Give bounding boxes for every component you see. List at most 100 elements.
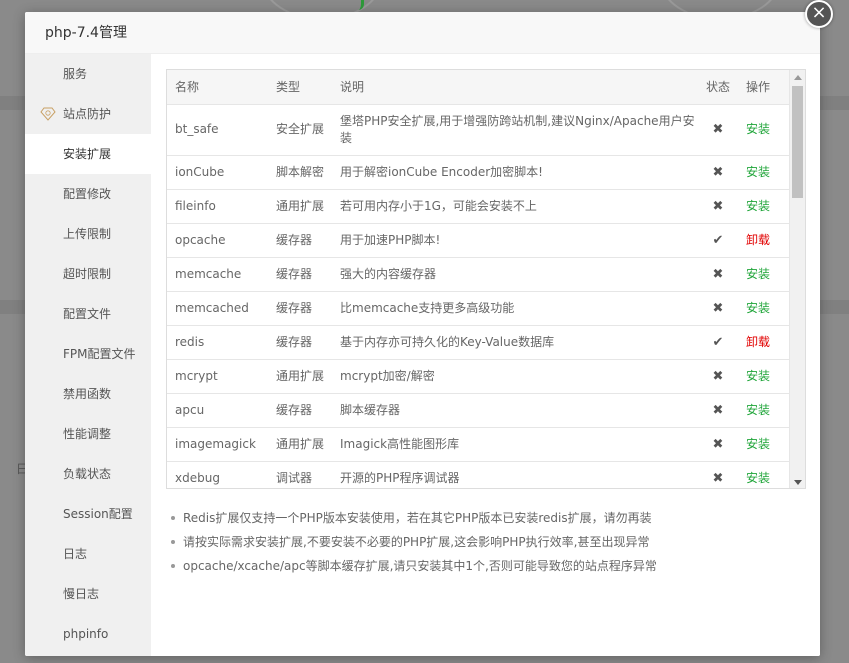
cell-status: ✖: [698, 189, 738, 224]
sidebar-item[interactable]: FPM配置文件: [25, 334, 151, 374]
note-item: Redis扩展仅支持一个PHP版本安装使用，若在其它PHP版本已安装redis扩…: [169, 506, 657, 530]
table-row: ionCube 脚本解密 用于解密ionCube Encoder加密脚本! ✖ 安装: [167, 155, 791, 190]
cell-action: 安装: [738, 461, 791, 488]
install-link[interactable]: 安装: [746, 122, 770, 136]
cell-type: 缓存器: [268, 257, 332, 292]
column-header-status: 状态: [698, 70, 738, 105]
close-icon: ×: [811, 2, 827, 23]
install-link[interactable]: 安装: [746, 301, 770, 315]
install-link[interactable]: 安装: [746, 267, 770, 281]
cell-action: 安装: [738, 359, 791, 394]
sidebar-item[interactable]: 上传限制: [25, 214, 151, 254]
sidebar-item[interactable]: Session配置: [25, 494, 151, 534]
cell-name: mcrypt: [167, 359, 268, 394]
cell-name: memcached: [167, 291, 268, 326]
cell-status: ✔: [698, 325, 738, 360]
sidebar-item-label: 超时限制: [63, 267, 112, 281]
table-row: xdebug 调试器 开源的PHP程序调试器 ✖ 安装: [167, 461, 791, 488]
table-row: imagemagick 通用扩展 Imagick高性能图形库 ✖ 安装: [167, 427, 791, 462]
sidebar-item-label: 站点防护: [63, 107, 112, 121]
cell-description: 若可用内存小于1G，可能会安装不上: [332, 189, 698, 224]
cell-action: 卸载: [738, 223, 791, 258]
cell-type: 缓存器: [268, 223, 332, 258]
sidebar-item-label: 慢日志: [63, 587, 100, 601]
install-link[interactable]: 安装: [746, 437, 770, 451]
scroll-thumb[interactable]: [792, 86, 803, 198]
cell-name: bt_safe: [167, 104, 268, 156]
cell-status: ✖: [698, 155, 738, 190]
cell-description: 用于解密ionCube Encoder加密脚本!: [332, 155, 698, 190]
uninstall-link[interactable]: 卸载: [746, 233, 770, 247]
sidebar-item[interactable]: 慢日志: [25, 574, 151, 614]
note-item: opcache/xcache/apc等脚本缓存扩展,请只安装其中1个,否则可能导…: [169, 554, 657, 578]
cell-description: 强大的内容缓存器: [332, 257, 698, 292]
table-scrollbar[interactable]: [789, 70, 805, 488]
cell-name: opcache: [167, 223, 268, 258]
cell-status: ✖: [698, 427, 738, 462]
cell-type: 脚本解密: [268, 155, 332, 190]
install-link[interactable]: 安装: [746, 471, 770, 485]
sidebar-item-label: 配置文件: [63, 307, 112, 321]
sidebar-item-label: FPM配置文件: [63, 347, 136, 361]
sidebar-item[interactable]: 配置修改: [25, 174, 151, 214]
sidebar-item[interactable]: phpinfo: [25, 614, 151, 654]
cell-type: 调试器: [268, 461, 332, 488]
scroll-down-arrow-icon[interactable]: [794, 480, 802, 485]
column-header-description: 说明: [332, 70, 698, 105]
cell-status: ✖: [698, 359, 738, 394]
cell-name: xdebug: [167, 461, 268, 488]
sidebar-item[interactable]: 禁用函数: [25, 374, 151, 414]
cell-type: 通用扩展: [268, 427, 332, 462]
cell-action: 安装: [738, 104, 791, 156]
cell-type: 缓存器: [268, 325, 332, 360]
install-link[interactable]: 安装: [746, 403, 770, 417]
cell-status: ✖: [698, 461, 738, 488]
sidebar-item-label: 配置修改: [63, 187, 112, 201]
close-button[interactable]: ×: [805, 0, 833, 28]
table-row: bt_safe 安全扩展 堡塔PHP安全扩展,用于增强防跨站机制,建议Nginx/A…: [167, 104, 791, 156]
diamond-icon: [40, 107, 56, 121]
sidebar-item[interactable]: 负载状态: [25, 454, 151, 494]
cell-description: Imagick高性能图形库: [332, 427, 698, 462]
cell-action: 安装: [738, 427, 791, 462]
cell-status: ✔: [698, 223, 738, 258]
sidebar-item[interactable]: 性能调整: [25, 414, 151, 454]
install-link[interactable]: 安装: [746, 165, 770, 179]
column-header-action: 操作: [738, 70, 791, 105]
cell-action: 安装: [738, 155, 791, 190]
cell-description: 比memcache支持更多高级功能: [332, 291, 698, 326]
sidebar-item[interactable]: 站点防护: [25, 94, 151, 134]
sidebar-item-label: 禁用函数: [63, 387, 112, 401]
sidebar-item[interactable]: 超时限制: [25, 254, 151, 294]
install-link[interactable]: 安装: [746, 369, 770, 383]
cell-status: ✖: [698, 104, 738, 156]
cell-action: 安装: [738, 393, 791, 428]
sidebar-item[interactable]: 服务: [25, 54, 151, 94]
cell-description: 基于内存亦可持久化的Key-Value数据库: [332, 325, 698, 360]
cell-status: ✖: [698, 393, 738, 428]
sidebar-item[interactable]: 日志: [25, 534, 151, 574]
table-row: opcache 缓存器 用于加速PHP脚本! ✔ 卸载: [167, 223, 791, 258]
sidebar-item[interactable]: 配置文件: [25, 294, 151, 334]
sidebar-item-label: 性能调整: [63, 427, 112, 441]
cell-type: 通用扩展: [268, 359, 332, 394]
cell-action: 安装: [738, 291, 791, 326]
cell-description: 用于加速PHP脚本!: [332, 223, 698, 258]
scroll-up-arrow-icon[interactable]: [794, 75, 802, 80]
cell-action: 卸载: [738, 325, 791, 360]
cell-action: 安装: [738, 257, 791, 292]
sidebar-item[interactable]: 安装扩展: [25, 134, 151, 174]
uninstall-link[interactable]: 卸载: [746, 335, 770, 349]
sidebar-item-label: phpinfo: [63, 627, 109, 641]
install-link[interactable]: 安装: [746, 199, 770, 213]
cell-name: redis: [167, 325, 268, 360]
sidebar-item-label: 服务: [63, 67, 88, 81]
cell-status: ✖: [698, 257, 738, 292]
sidebar-item-label: 负载状态: [63, 467, 112, 481]
cell-description: 开源的PHP程序调试器: [332, 461, 698, 488]
extensions-table-container[interactable]: 名称 类型 说明 状态 操作 bt_safe 安全扩展 堡塔PHP安全扩展,用于增强…: [166, 69, 806, 489]
sidebar-item-label: 上传限制: [63, 227, 112, 241]
extensions-panel: 名称 类型 说明 状态 操作 bt_safe 安全扩展 堡塔PHP安全扩展,用于增强…: [151, 54, 820, 656]
cell-status: ✖: [698, 291, 738, 326]
sidebar-menu: 服务站点防护安装扩展配置修改上传限制超时限制配置文件 FPM配置文件 禁用函数性能调…: [25, 54, 151, 656]
